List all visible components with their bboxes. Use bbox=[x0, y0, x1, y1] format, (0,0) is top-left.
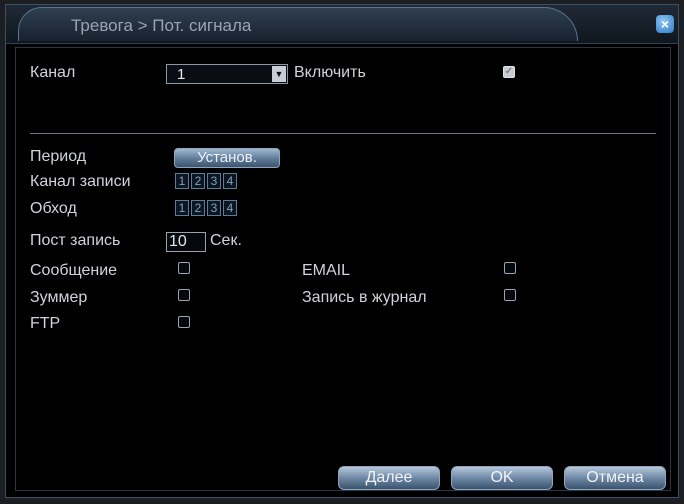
email-label: EMAIL bbox=[302, 262, 351, 279]
record-channel-4-toggle[interactable]: 4 bbox=[223, 173, 237, 189]
channel-label: Канал bbox=[30, 64, 76, 81]
email-checkbox[interactable] bbox=[504, 262, 516, 274]
window-title: Тревога > Пот. сигнала bbox=[71, 16, 252, 35]
tour-channel-3-toggle[interactable]: 3 bbox=[207, 200, 221, 216]
period-set-button[interactable]: Установ. bbox=[174, 148, 280, 168]
record-channel-2-toggle[interactable]: 2 bbox=[191, 173, 205, 189]
title-bar: Тревога > Пот. сигнала × bbox=[6, 5, 678, 44]
tour-channel-4-toggle[interactable]: 4 bbox=[223, 200, 237, 216]
enable-checkbox[interactable]: ✓ bbox=[503, 66, 515, 78]
title-tab: Тревога > Пот. сигнала bbox=[18, 7, 578, 41]
record-channel-label: Канал записи bbox=[30, 173, 131, 190]
record-channel-3-toggle[interactable]: 3 bbox=[207, 173, 221, 189]
post-record-label: Пост запись bbox=[30, 232, 121, 249]
tour-channel-2-toggle[interactable]: 2 bbox=[191, 200, 205, 216]
record-channel-1-toggle[interactable]: 1 bbox=[175, 173, 189, 189]
message-label: Сообщение bbox=[30, 262, 118, 279]
ok-button[interactable]: OK bbox=[451, 466, 553, 490]
buzzer-label: Зуммер bbox=[30, 289, 88, 306]
next-button[interactable]: Далее bbox=[338, 466, 440, 490]
enable-label: Включить bbox=[294, 64, 366, 81]
ftp-checkbox[interactable] bbox=[178, 316, 190, 328]
cancel-button[interactable]: Отмена bbox=[564, 466, 666, 490]
tour-channel-1-toggle[interactable]: 1 bbox=[175, 200, 189, 216]
channel-select-value: 1 bbox=[177, 66, 186, 83]
buzzer-checkbox[interactable] bbox=[178, 289, 190, 301]
log-checkbox[interactable] bbox=[504, 289, 516, 301]
channel-select[interactable]: 1 ▼ bbox=[166, 64, 288, 84]
section-divider bbox=[30, 133, 656, 134]
chevron-down-icon[interactable]: ▼ bbox=[272, 66, 286, 82]
post-record-input[interactable]: 10 bbox=[166, 232, 206, 252]
tour-label: Обход bbox=[30, 200, 77, 217]
ftp-label: FTP bbox=[30, 315, 61, 332]
close-icon[interactable]: × bbox=[656, 15, 674, 33]
message-checkbox[interactable] bbox=[178, 262, 190, 274]
log-label: Запись в журнал bbox=[302, 289, 427, 306]
period-label: Период bbox=[30, 148, 87, 165]
post-record-unit: Сек. bbox=[210, 232, 242, 249]
